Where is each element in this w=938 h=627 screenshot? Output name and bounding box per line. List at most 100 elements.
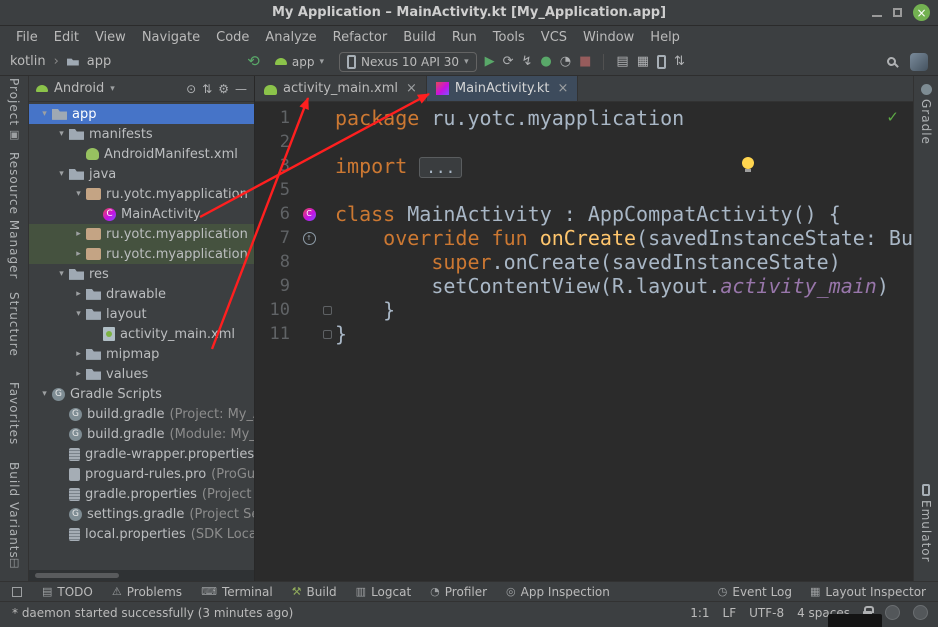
tool-window-button-terminal[interactable]: ⌨Terminal [201, 585, 273, 599]
minimize-button[interactable] [872, 15, 882, 17]
tree-item-mipmap[interactable]: ▸mipmap [29, 344, 254, 364]
tree-item-mainactivity[interactable]: CMainActivity [29, 204, 254, 224]
tree-item-ru-yotc-myapplication-and[interactable]: ▸ru.yotc.myapplication(and [29, 224, 254, 244]
tool-window-button-app-inspection[interactable]: ◎App Inspection [506, 585, 610, 599]
override-gutter-icon[interactable]: ↑ [303, 232, 316, 245]
tree-item-layout[interactable]: ▾layout [29, 304, 254, 324]
chevron-expanded-icon[interactable]: ▾ [54, 269, 69, 279]
chevron-expanded-icon[interactable]: ▾ [37, 389, 52, 399]
collapse-all-icon[interactable]: ⇅ [202, 82, 212, 96]
chevron-expanded-icon[interactable]: ▾ [71, 189, 86, 199]
toolwindow-switcher-icon[interactable] [12, 587, 22, 597]
tree-item-gradle-wrapper-properties-gr[interactable]: gradle-wrapper.properties(Gr [29, 444, 254, 464]
intention-bulb-icon[interactable] [742, 157, 754, 169]
tool-button-gradle[interactable]: Gradle [914, 84, 938, 145]
line-number[interactable]: 5 [255, 178, 299, 202]
tool-window-button-problems[interactable]: ⚠Problems [112, 585, 182, 599]
caret-position[interactable]: 1:1 [690, 606, 709, 620]
menu-item-analyze[interactable]: Analyze [257, 28, 324, 47]
menu-item-edit[interactable]: Edit [46, 28, 87, 47]
menu-item-window[interactable]: Window [575, 28, 642, 47]
ide-status-icon[interactable] [913, 605, 928, 620]
menu-item-vcs[interactable]: VCS [533, 28, 575, 47]
line-number[interactable]: 8 [255, 250, 299, 274]
menu-item-code[interactable]: Code [208, 28, 257, 47]
tool-window-button-event-log[interactable]: ◷Event Log [718, 585, 792, 599]
menu-item-help[interactable]: Help [642, 28, 688, 47]
line-separator[interactable]: LF [723, 606, 737, 620]
tool-button-project[interactable]: Project [0, 78, 28, 126]
menu-item-file[interactable]: File [8, 28, 46, 47]
tool-button-build-variants[interactable]: Build Variants [0, 462, 28, 559]
chevron-collapsed-icon[interactable]: ▸ [71, 369, 86, 379]
debug-button[interactable]: ● [540, 55, 551, 68]
tool-window-button-layout-inspector[interactable]: ▦Layout Inspector [810, 585, 926, 599]
close-icon[interactable]: × [406, 81, 417, 96]
breadcrumb-app[interactable]: app [87, 54, 111, 69]
scrollbar-thumb[interactable] [35, 573, 119, 578]
chevron-expanded-icon[interactable]: ▾ [54, 169, 69, 179]
tree-item-ru-yotc-myapplication[interactable]: ▾ru.yotc.myapplication [29, 184, 254, 204]
tree-item-activity-main-xml[interactable]: activity_main.xml [29, 324, 254, 344]
line-number[interactable]: 3 [255, 154, 299, 178]
tool-window-button-build[interactable]: ⚒Build [292, 585, 337, 599]
tree-item-build-gradle-module-my-ap[interactable]: Gbuild.gradle(Module: My_Ap [29, 424, 254, 444]
device-manager-icon[interactable] [657, 55, 666, 69]
line-number[interactable]: 6 [255, 202, 299, 226]
tree-item-gradle-scripts[interactable]: ▾GGradle Scripts [29, 384, 254, 404]
tool-window-button-logcat[interactable]: ▥Logcat [356, 585, 412, 599]
run-config-selector[interactable]: app ▾ [268, 52, 331, 72]
settings-icon[interactable]: ⚙ [218, 82, 229, 96]
select-opened-file-icon[interactable]: ⊙ [186, 82, 196, 96]
line-number[interactable]: 10 [255, 298, 299, 322]
tool-window-button-profiler[interactable]: ◔Profiler [430, 585, 487, 599]
tree-item-proguard-rules-pro-proguar[interactable]: proguard-rules.pro(ProGuar [29, 464, 254, 484]
chevron-collapsed-icon[interactable]: ▸ [71, 229, 86, 239]
line-number[interactable]: 11 [255, 322, 299, 346]
tree-item-java[interactable]: ▾java [29, 164, 254, 184]
editor-tab-mainactivity-kt[interactable]: MainActivity.kt× [427, 76, 578, 101]
file-encoding[interactable]: UTF-8 [749, 606, 784, 620]
tool-button-favorites[interactable]: Favorites [0, 382, 28, 445]
tree-item-values[interactable]: ▸values [29, 364, 254, 384]
hide-panel-icon[interactable]: — [235, 82, 247, 96]
apply-changes-button[interactable]: ⟳ [503, 55, 514, 68]
tree-item-androidmanifest-xml[interactable]: AndroidManifest.xml [29, 144, 254, 164]
bookmark-icon[interactable]: ▣ [9, 128, 19, 141]
gradle-sync-icon[interactable]: ⟲ [247, 54, 260, 69]
tool-window-button-todo[interactable]: ▤TODO [42, 585, 93, 599]
fold-end-icon[interactable] [323, 330, 332, 339]
editor[interactable]: 1package ru.yotc.myapplication23import .… [255, 102, 913, 581]
close-button[interactable]: × [913, 4, 930, 21]
stop-button[interactable]: ■ [579, 55, 591, 68]
tool-button-resource-manager[interactable]: Resource Manager [0, 152, 28, 279]
tree-item-ru-yotc-myapplication-tes[interactable]: ▸ru.yotc.myapplication(tes [29, 244, 254, 264]
status-message[interactable]: * daemon started successfully (3 minutes… [12, 606, 293, 620]
maximize-button[interactable] [893, 8, 902, 17]
fold-end-icon[interactable] [323, 306, 332, 315]
close-icon[interactable]: × [557, 81, 568, 96]
chevron-collapsed-icon[interactable]: ▸ [71, 289, 86, 299]
menu-item-navigate[interactable]: Navigate [134, 28, 208, 47]
tree-item-res[interactable]: ▾res [29, 264, 254, 284]
menu-item-tools[interactable]: Tools [485, 28, 533, 47]
title-bar[interactable]: My Application – MainActivity.kt [My_App… [0, 0, 938, 26]
editor-tab-activity-main-xml[interactable]: activity_main.xml× [255, 76, 427, 101]
line-number[interactable]: 7 [255, 226, 299, 250]
profile-button[interactable]: ◔ [560, 55, 571, 68]
tool-button-structure[interactable]: Structure [0, 292, 28, 357]
user-avatar[interactable] [910, 53, 928, 71]
tree-item-gradle-properties-project-pr[interactable]: gradle.properties(Project Pr [29, 484, 254, 504]
layout-inspector-icon[interactable]: ▦ [637, 55, 649, 68]
tool-button-emulator[interactable]: Emulator [914, 484, 938, 563]
tree-item-app[interactable]: ▾app [29, 104, 254, 124]
chevron-expanded-icon[interactable]: ▾ [37, 109, 52, 119]
chevron-expanded-icon[interactable]: ▾ [71, 309, 86, 319]
project-view-selector[interactable]: Android [54, 81, 104, 96]
device-file-explorer-icon[interactable]: ▤ [616, 55, 628, 68]
menu-item-refactor[interactable]: Refactor [325, 28, 396, 47]
search-everywhere-icon[interactable] [887, 57, 896, 66]
notifications-icon[interactable] [885, 605, 900, 620]
sdk-manager-icon[interactable]: ⇅ [674, 55, 685, 68]
chevron-collapsed-icon[interactable]: ▸ [71, 349, 86, 359]
